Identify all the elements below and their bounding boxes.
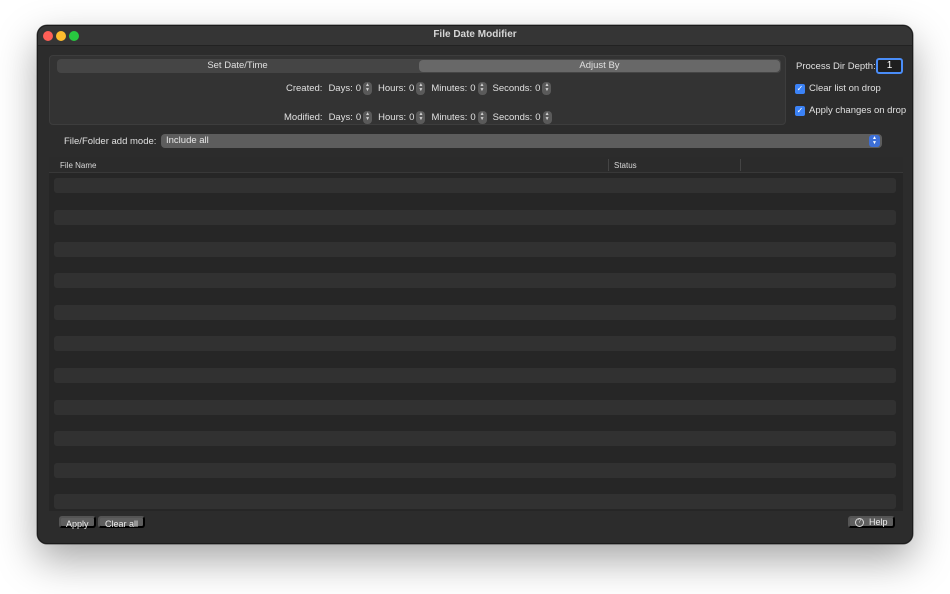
modified-seconds-stepper-icon[interactable]: ▲ ▼	[542, 110, 552, 124]
title-bar: File Date Modifier	[38, 26, 912, 46]
mode-segmented-control: Set Date/Time Adjust By	[57, 59, 781, 73]
help-button-label: Help	[869, 517, 888, 527]
dir-depth-label: Process Dir Depth:	[796, 61, 876, 72]
created-hours-value[interactable]: 0	[409, 83, 414, 94]
add-mode-select[interactable]: Include all ▲ ▼	[161, 134, 882, 148]
modified-days-field: Days: 0 ▲ ▼	[328, 110, 373, 124]
help-button[interactable]: ? Help	[848, 516, 895, 528]
clear-list-option[interactable]: ✓ Clear list on drop	[795, 83, 881, 94]
add-mode-label: File/Folder add mode:	[64, 136, 157, 147]
table-row-stripe	[54, 242, 896, 257]
table-row-stripe	[54, 431, 896, 446]
table-row-stripe	[54, 273, 896, 288]
apply-changes-option[interactable]: ✓ Apply changes on drop	[795, 105, 906, 116]
modified-seconds-field: Seconds: 0 ▲ ▼	[492, 110, 552, 124]
created-adjust-row: Created: Days: 0 ▲ ▼ Hours: 0 ▲ ▼ Minutes:…	[286, 81, 557, 95]
table-row-stripe	[54, 305, 896, 320]
tab-adjust-by[interactable]: Adjust By	[419, 60, 780, 72]
modified-days-value[interactable]: 0	[356, 112, 361, 123]
table-row-stripe	[54, 400, 896, 415]
modified-minutes-field: Minutes: 0 ▲ ▼	[431, 110, 487, 124]
created-seconds-stepper-icon[interactable]: ▲ ▼	[542, 81, 552, 95]
table-row-stripe	[54, 463, 896, 478]
popup-chevrons-icon: ▲ ▼	[869, 135, 880, 147]
table-header: File Name Status	[49, 157, 903, 173]
modified-label: Modified:	[284, 111, 323, 123]
created-minutes-stepper-icon[interactable]: ▲ ▼	[477, 81, 487, 95]
created-hours-stepper-icon[interactable]: ▲ ▼	[416, 81, 426, 95]
apply-button[interactable]: Apply	[59, 516, 96, 529]
window-title: File Date Modifier	[433, 29, 517, 40]
column-header-file-name[interactable]: File Name	[60, 161, 96, 170]
table-row-stripe	[54, 368, 896, 383]
app-window: File Date Modifier Set Date/Time Adjust …	[37, 25, 913, 544]
seconds-label: Seconds:	[492, 82, 533, 94]
created-days-field: Days: 0 ▲ ▼	[328, 81, 373, 95]
table-row-stripe	[54, 178, 896, 193]
modified-adjust-row: Modified: Days: 0 ▲ ▼ Hours: 0 ▲ ▼ Minutes…	[284, 110, 558, 124]
created-label: Created:	[286, 82, 323, 94]
modified-minutes-value[interactable]: 0	[470, 112, 475, 123]
add-mode-selected-value: Include all	[166, 135, 209, 146]
clear-list-checkbox[interactable]: ✓	[795, 83, 805, 94]
modified-hours-field: Hours: 0 ▲ ▼	[378, 110, 426, 124]
modified-seconds-value[interactable]: 0	[535, 112, 540, 123]
apply-changes-label: Apply changes on drop	[809, 105, 907, 116]
created-days-stepper-icon[interactable]: ▲ ▼	[363, 81, 373, 95]
modified-minutes-stepper-icon[interactable]: ▲ ▼	[477, 110, 487, 124]
apply-changes-checkbox[interactable]: ✓	[795, 105, 805, 116]
column-divider[interactable]	[608, 159, 609, 171]
table-row-stripe	[54, 210, 896, 225]
file-table[interactable]: File Name Status	[49, 157, 903, 511]
question-circle-icon: ?	[855, 517, 864, 527]
bottom-toolbar: Apply Clear all ? Help	[49, 511, 903, 543]
modified-hours-value[interactable]: 0	[409, 112, 414, 123]
clear-all-button[interactable]: Clear all	[98, 516, 146, 529]
tab-set-date-time[interactable]: Set Date/Time	[57, 59, 418, 73]
created-seconds-value[interactable]: 0	[535, 83, 540, 94]
hours-label: Hours:	[378, 111, 407, 123]
created-seconds-field: Seconds: 0 ▲ ▼	[492, 81, 552, 95]
seconds-label: Seconds:	[492, 111, 533, 123]
created-minutes-value[interactable]: 0	[470, 83, 475, 94]
dir-depth-input[interactable]: 1	[876, 58, 903, 74]
created-hours-field: Hours: 0 ▲ ▼	[378, 81, 426, 95]
column-divider[interactable]	[740, 159, 741, 171]
days-label: Days:	[328, 82, 353, 94]
hours-label: Hours:	[378, 82, 407, 94]
table-row-stripe	[54, 336, 896, 351]
minutes-label: Minutes:	[431, 82, 468, 94]
minutes-label: Minutes:	[431, 111, 468, 123]
days-label: Days:	[328, 111, 353, 123]
clear-list-label: Clear list on drop	[809, 83, 881, 94]
column-header-status[interactable]: Status	[614, 161, 637, 170]
created-minutes-field: Minutes: 0 ▲ ▼	[431, 81, 487, 95]
modified-days-stepper-icon[interactable]: ▲ ▼	[363, 110, 373, 124]
table-row-stripe	[54, 494, 896, 509]
created-days-value[interactable]: 0	[356, 83, 361, 94]
modified-hours-stepper-icon[interactable]: ▲ ▼	[416, 110, 426, 124]
